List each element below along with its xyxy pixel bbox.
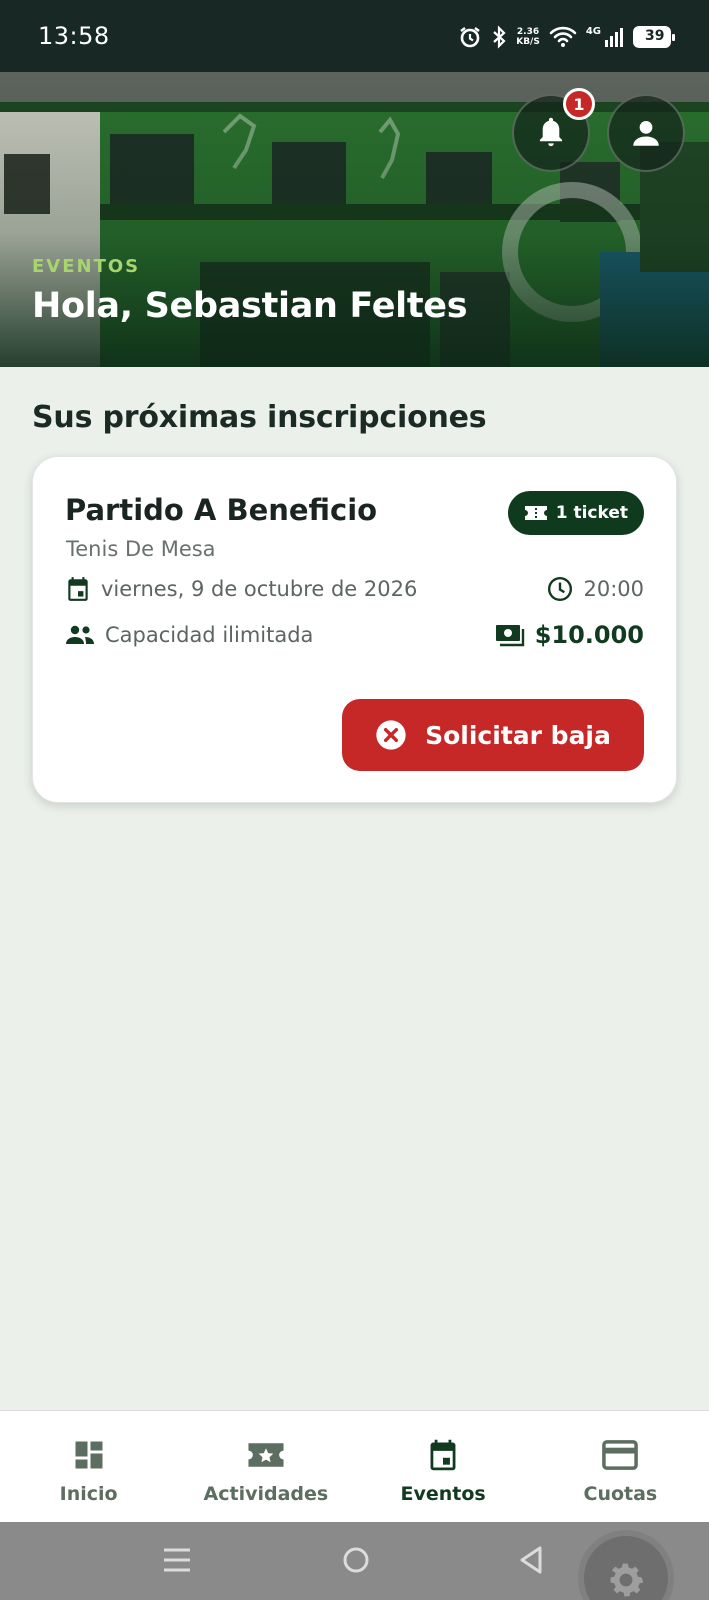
calendar-icon (430, 1439, 456, 1471)
cash-icon (495, 625, 524, 647)
star-ticket-icon (248, 1443, 284, 1467)
recents-icon[interactable] (162, 1544, 192, 1576)
credit-card-icon (602, 1440, 639, 1470)
nav-label-inicio: Inicio (59, 1483, 118, 1505)
nav-label-actividades: Actividades (203, 1483, 329, 1505)
dashboard-icon (75, 1441, 103, 1469)
nav-label-cuotas: Cuotas (583, 1483, 658, 1505)
network-speed: 2.36 KB/S (516, 27, 540, 47)
home-icon[interactable] (340, 1544, 372, 1576)
bluetooth-icon (493, 25, 506, 49)
system-navigation-bar (0, 1522, 709, 1600)
hero-banner: 1 EVENTOS Hola, Sebastian Feltes (0, 72, 709, 367)
cancel-button-label: Solicitar baja (425, 720, 611, 750)
event-category: Tenis De Mesa (66, 537, 216, 561)
page-kicker: EVENTOS (32, 256, 141, 277)
nav-label-eventos: Eventos (400, 1483, 486, 1505)
profile-button[interactable] (607, 94, 685, 172)
wifi-icon (549, 26, 577, 47)
person-icon (633, 120, 659, 146)
ticket-label: 1 ticket (555, 503, 628, 523)
nav-item-eventos[interactable]: Eventos (355, 1411, 532, 1522)
signal-icon (605, 28, 623, 47)
notification-count-badge: 1 (563, 88, 595, 120)
event-datetime-row: viernes, 9 de octubre de 2026 20:00 (65, 575, 644, 603)
greeting-title: Hola, Sebastian Feltes (32, 286, 468, 326)
nav-item-cuotas[interactable]: Cuotas (532, 1411, 709, 1522)
calendar-icon (68, 577, 88, 601)
alarm-icon (460, 27, 480, 48)
cancel-circle-icon (376, 720, 406, 750)
nav-item-actividades[interactable]: Actividades (177, 1411, 354, 1522)
status-icons: 2.36 KB/S 4G 39 (458, 22, 675, 52)
back-icon[interactable] (516, 1544, 546, 1576)
bell-icon (539, 117, 563, 147)
event-time: 20:00 (583, 577, 644, 601)
ticket-icon (524, 506, 547, 520)
section-title: Sus próximas inscripciones (32, 400, 487, 435)
event-capacity-row: Capacidad ilimitada $10.000 (65, 621, 644, 649)
bottom-navigation: Inicio Actividades Eventos Cuotas (0, 1410, 709, 1522)
group-icon (66, 625, 94, 644)
event-date: viernes, 9 de octubre de 2026 (101, 577, 418, 601)
event-registration-card: Partido A Beneficio Tenis De Mesa 1 tick… (32, 456, 677, 803)
event-title: Partido A Beneficio (65, 493, 378, 527)
status-bar: 13:58 2.36 KB/S 4G 39 (0, 0, 709, 72)
battery-icon: 39 (633, 26, 675, 48)
request-cancellation-button[interactable]: Solicitar baja (342, 699, 644, 771)
ticket-count-badge: 1 ticket (507, 491, 644, 535)
event-price: $10.000 (534, 621, 644, 649)
gear-icon (610, 1563, 644, 1597)
status-time: 13:58 (38, 22, 110, 50)
network-type: 4G (585, 25, 601, 37)
nav-item-inicio[interactable]: Inicio (0, 1411, 177, 1522)
floating-settings-button[interactable] (578, 1530, 674, 1600)
event-capacity: Capacidad ilimitada (105, 623, 314, 647)
clock-icon (548, 576, 573, 602)
